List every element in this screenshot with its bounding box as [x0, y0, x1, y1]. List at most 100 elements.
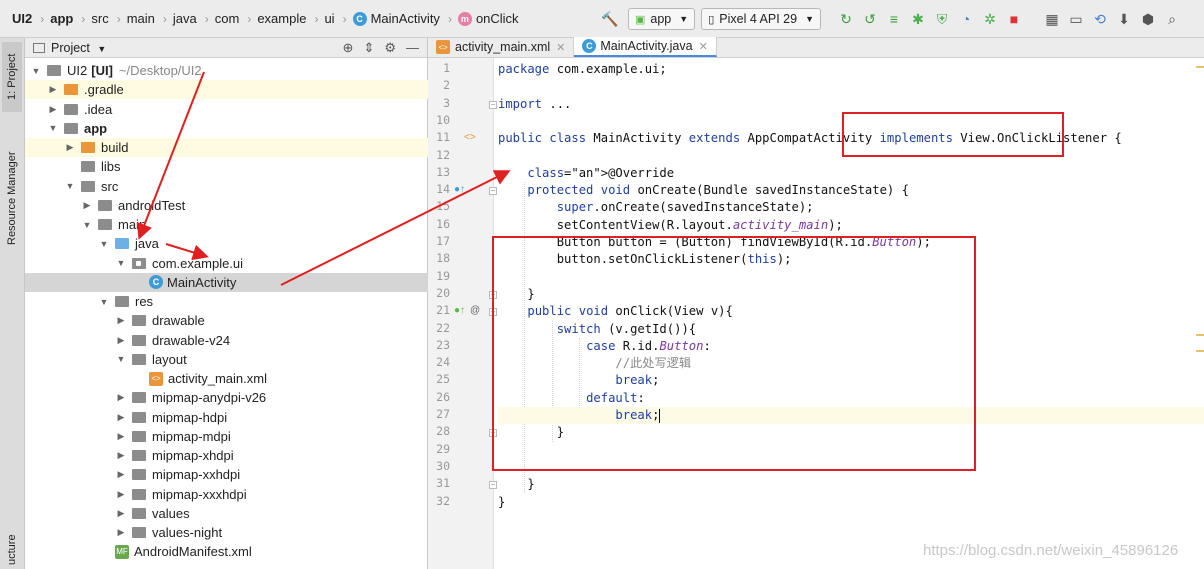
expanded-arrow-icon[interactable]: ▼ — [99, 297, 109, 307]
sdk-manager-icon[interactable]: ⬇ — [1113, 8, 1135, 30]
tree-item-androidtest[interactable]: ▶ androidTest — [25, 196, 428, 215]
expanded-arrow-icon[interactable]: ▼ — [116, 258, 126, 268]
tree-item-values[interactable]: ▶ values — [25, 504, 428, 523]
breadcrumb-separator: › — [40, 11, 45, 26]
apply-code-changes-icon[interactable]: ≡ — [883, 8, 905, 30]
project-structure-icon[interactable]: ▦ — [1041, 8, 1063, 30]
collapsed-arrow-icon[interactable]: ▶ — [65, 142, 75, 153]
gear-icon[interactable]: ⚙ — [384, 40, 396, 56]
expanded-arrow-icon[interactable]: ▼ — [82, 220, 92, 230]
search-icon[interactable]: ⌕ — [1161, 8, 1183, 30]
line-number: 10 — [436, 112, 450, 127]
line-number: 15 — [436, 199, 450, 214]
tab-mainactivity-java[interactable]: C MainActivity.java ✕ — [574, 37, 717, 57]
line-number: 13 — [436, 164, 450, 179]
breadcrumb-com[interactable]: com — [213, 0, 244, 38]
tree-item-mipmap-xxhdpi[interactable]: ▶ mipmap-xxhdpi — [25, 465, 428, 484]
tree-item-libs[interactable]: libs — [25, 157, 428, 176]
collapsed-arrow-icon[interactable]: ▶ — [116, 335, 126, 346]
tree-item-main[interactable]: ▼ main — [25, 215, 428, 234]
collapsed-arrow-icon[interactable]: ▶ — [116, 450, 126, 461]
device-dropdown[interactable]: ▯ Pixel 4 API 29 ▼ — [701, 8, 821, 30]
breadcrumb-main[interactable]: main — [125, 0, 159, 38]
breadcrumb-module[interactable]: app — [48, 0, 77, 38]
tree-item-mipmap-xxxhdpi[interactable]: ▶ mipmap-xxxhdpi — [25, 485, 428, 504]
breadcrumb-src[interactable]: src — [89, 0, 112, 38]
expanded-arrow-icon[interactable]: ▼ — [31, 66, 41, 76]
collapsed-arrow-icon[interactable]: ▶ — [116, 527, 126, 538]
expanded-arrow-icon[interactable]: ▼ — [65, 181, 75, 191]
tree-item-mipmap-xhdpi[interactable]: ▶ mipmap-xhdpi — [25, 446, 428, 465]
profile-icon[interactable]: ◔ — [955, 8, 977, 30]
breadcrumb-onclick[interactable]: m onClick — [456, 0, 523, 38]
tree-item-src[interactable]: ▼ src — [25, 177, 428, 196]
tab-structure[interactable]: ucture — [2, 530, 22, 569]
breadcrumb-project[interactable]: UI2 — [10, 0, 36, 38]
collapsed-arrow-icon[interactable]: ▶ — [116, 412, 126, 423]
close-icon[interactable]: ✕ — [556, 41, 565, 54]
tab-resource-manager[interactable]: Resource Manager — [2, 138, 22, 258]
implement-method-icon[interactable]: ●↑ — [454, 305, 465, 316]
tree-item-com-example-ui[interactable]: ▼ com.example.ui — [25, 254, 428, 273]
tree-item-app[interactable]: ▼ app — [25, 119, 428, 138]
tree-item-label: drawable-v24 — [152, 332, 231, 348]
breadcrumb-mainactivity[interactable]: C MainActivity — [351, 0, 444, 38]
apply-changes-icon[interactable]: ↺ — [859, 8, 881, 30]
locate-icon[interactable]: ⊕ — [343, 40, 354, 56]
run-coverage-icon[interactable]: ⛨ — [931, 8, 953, 30]
collapsed-arrow-icon[interactable]: ▶ — [116, 431, 126, 442]
tree-item-androidmanifest-xml[interactable]: MF AndroidManifest.xml — [25, 542, 428, 561]
collapsed-arrow-icon[interactable]: ▶ — [116, 315, 126, 326]
module-folder-icon — [64, 122, 78, 134]
fold-marker[interactable]: − — [489, 187, 497, 196]
tree-item-ui2[interactable]: ▼ UI2 [UI] ~/Desktop/UI2 — [25, 61, 428, 80]
sync-gradle-icon[interactable]: ⟲ — [1089, 8, 1111, 30]
tree-item-layout[interactable]: ▼ layout — [25, 350, 428, 369]
tree-item-values-night[interactable]: ▶ values-night — [25, 523, 428, 542]
collapsed-arrow-icon[interactable]: ▶ — [116, 508, 126, 519]
collapsed-arrow-icon[interactable]: ▶ — [82, 200, 92, 211]
tab-activity-main-xml[interactable]: <> activity_main.xml ✕ — [428, 37, 575, 57]
tree-item-res[interactable]: ▼ res — [25, 292, 428, 311]
breadcrumb-ui[interactable]: ui — [322, 0, 338, 38]
breadcrumb-example[interactable]: example — [255, 0, 310, 38]
device-manager-icon[interactable]: ⬢ — [1137, 8, 1159, 30]
tree-item-mipmap-mdpi[interactable]: ▶ mipmap-mdpi — [25, 427, 428, 446]
override-method-icon[interactable]: ●↑ — [454, 184, 465, 195]
collapsed-arrow-icon[interactable]: ▶ — [116, 392, 126, 403]
hide-icon[interactable]: — — [406, 40, 419, 56]
collapsed-arrow-icon[interactable]: ▶ — [48, 104, 58, 115]
tree-item-build[interactable]: ▶ build — [25, 138, 428, 157]
close-icon[interactable]: ✕ — [699, 40, 708, 53]
breadcrumb-java[interactable]: java — [171, 0, 201, 38]
collapse-all-icon[interactable]: ⇕ — [363, 40, 374, 56]
tree-item-mipmap-anydpi-v26[interactable]: ▶ mipmap-anydpi-v26 — [25, 388, 428, 407]
project-view-dropdown[interactable]: Project ▼ — [51, 41, 106, 55]
tree-item-mainactivity[interactable]: C MainActivity — [25, 272, 428, 292]
collapsed-arrow-icon[interactable]: ▶ — [48, 84, 58, 95]
tree-item-activity-main-xml[interactable]: <> activity_main.xml — [25, 369, 428, 388]
expanded-arrow-icon[interactable]: ▼ — [99, 239, 109, 249]
layout-link-icon[interactable]: <> — [464, 132, 476, 143]
tree-item-drawable[interactable]: ▶ drawable — [25, 311, 428, 330]
debug-icon[interactable]: ✱ — [907, 8, 929, 30]
tree-item-idea[interactable]: ▶ .idea — [25, 100, 428, 119]
rerun-icon[interactable]: ↻ — [835, 8, 857, 30]
attach-debugger-icon[interactable]: ✲ — [979, 8, 1001, 30]
tab-project[interactable]: 1: Project — [2, 42, 22, 112]
fold-marker[interactable]: − — [489, 481, 497, 490]
tree-item-drawable-v24[interactable]: ▶ drawable-v24 — [25, 331, 428, 350]
expanded-arrow-icon[interactable]: ▼ — [48, 123, 58, 133]
annotation-icon[interactable]: @ — [470, 305, 480, 316]
avd-manager-icon[interactable]: ▭ — [1065, 8, 1087, 30]
build-hammer-icon[interactable]: 🔨 — [599, 8, 621, 30]
collapsed-arrow-icon[interactable]: ▶ — [116, 469, 126, 480]
fold-marker[interactable]: − — [489, 100, 497, 109]
tree-item-gradle[interactable]: ▶ .gradle — [25, 80, 428, 100]
stop-icon[interactable]: ■ — [1003, 8, 1025, 30]
run-config-dropdown[interactable]: ▣ app ▼ — [628, 8, 696, 30]
tree-item-mipmap-hdpi[interactable]: ▶ mipmap-hdpi — [25, 408, 428, 427]
tree-item-java[interactable]: ▼ java — [25, 234, 428, 253]
collapsed-arrow-icon[interactable]: ▶ — [116, 489, 126, 500]
expanded-arrow-icon[interactable]: ▼ — [116, 354, 126, 364]
